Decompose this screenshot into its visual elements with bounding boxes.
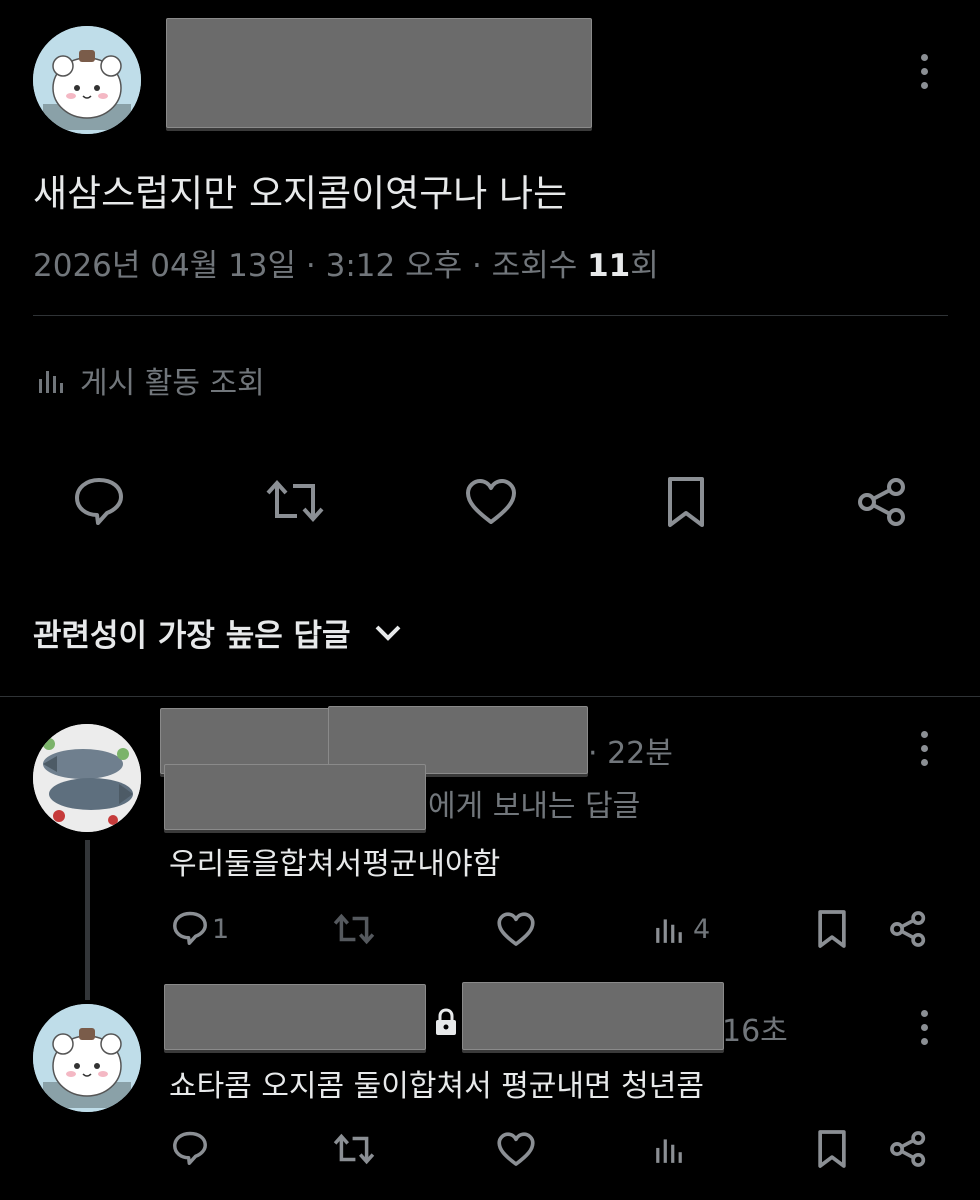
share-icon [858,478,905,526]
share-button[interactable] [854,474,910,530]
post-analytics-link[interactable]: 게시 활동 조회 [36,358,265,402]
bar-chart-icon [656,919,682,943]
reply-avatar[interactable] [33,1004,141,1112]
repost-button[interactable] [332,910,376,948]
speech-bubble-icon [75,478,123,525]
more-options-icon[interactable] [921,731,929,773]
replying-to-label: 에게 보내는 답글 [428,789,641,824]
analytics-label: 게시 활동 조회 [80,366,265,401]
reply-count: 1 [212,914,230,945]
view-suffix: 회 [630,248,659,284]
redacted-replying-to-handle [164,764,426,830]
hamster-avatar-art [33,26,141,134]
more-options-icon[interactable] [921,54,929,96]
like-button[interactable] [496,1130,536,1168]
heart-icon [497,1131,535,1166]
share-icon [890,1131,926,1167]
speech-bubble-icon [173,1131,207,1165]
repost-arrows-icon [333,913,375,945]
bar-chart-icon [656,1139,682,1163]
heart-icon [466,479,516,524]
reply-button[interactable] [172,908,208,948]
repost-arrows-icon [266,480,324,522]
lock-icon [432,1006,460,1038]
bar-chart-icon [39,371,63,393]
redacted-author-name [166,18,592,128]
repost-button[interactable] [332,1130,376,1168]
reply-time: · 22분 [588,736,673,771]
thread-connector [85,840,90,1000]
like-button[interactable] [496,910,536,948]
author-avatar[interactable] [33,26,141,134]
divider [0,696,980,697]
bookmark-icon [818,910,846,948]
repost-arrows-icon [333,1133,375,1165]
reply-sort-dropdown[interactable]: 관련성이 가장 높은 답글 [33,610,403,655]
views-button[interactable] [652,1130,686,1168]
post-meta: 2026년 04월 13일 · 3:12 오후 · 조회수 11회 [33,240,659,285]
divider [33,315,948,316]
share-button[interactable] [888,908,928,950]
repost-button[interactable] [265,474,325,528]
redacted-reply-author-handle [462,982,724,1050]
fish-avatar-art [33,724,141,832]
reply-button[interactable] [172,1128,208,1168]
views-button[interactable] [652,910,686,948]
post-date-time: 2026년 04월 13일 · 3:12 오후 · 조회수 [33,248,588,284]
bookmark-button[interactable] [814,1128,850,1170]
reply-text: 쇼타콤 오지콤 둘이합쳐서 평균내면 청년콤 [169,1069,704,1104]
speech-bubble-icon [173,911,207,945]
post-text: 새삼스럽지만 오지콤이엿구나 나는 [33,172,568,215]
like-button[interactable] [464,476,518,528]
reply-button[interactable] [72,474,126,528]
bookmark-button[interactable] [662,474,710,530]
bookmark-icon [818,1130,846,1168]
reply-time: 16초 [722,1014,788,1049]
chevron-down-icon [375,625,400,641]
view-count: 11 [587,248,631,284]
bookmark-button[interactable] [814,908,850,950]
reply-text: 우리둘을합쳐서평균내야함 [169,847,501,882]
sort-label: 관련성이 가장 높은 답글 [33,618,351,654]
reply-view-count: 4 [693,914,711,945]
hamster-avatar-art [33,1004,141,1112]
more-options-icon[interactable] [921,1010,929,1052]
share-button[interactable] [888,1128,928,1170]
bookmark-icon [668,477,704,527]
share-icon [890,911,926,947]
redacted-reply-author-name [164,984,426,1050]
reply-avatar[interactable] [33,724,141,832]
heart-icon [497,911,535,946]
